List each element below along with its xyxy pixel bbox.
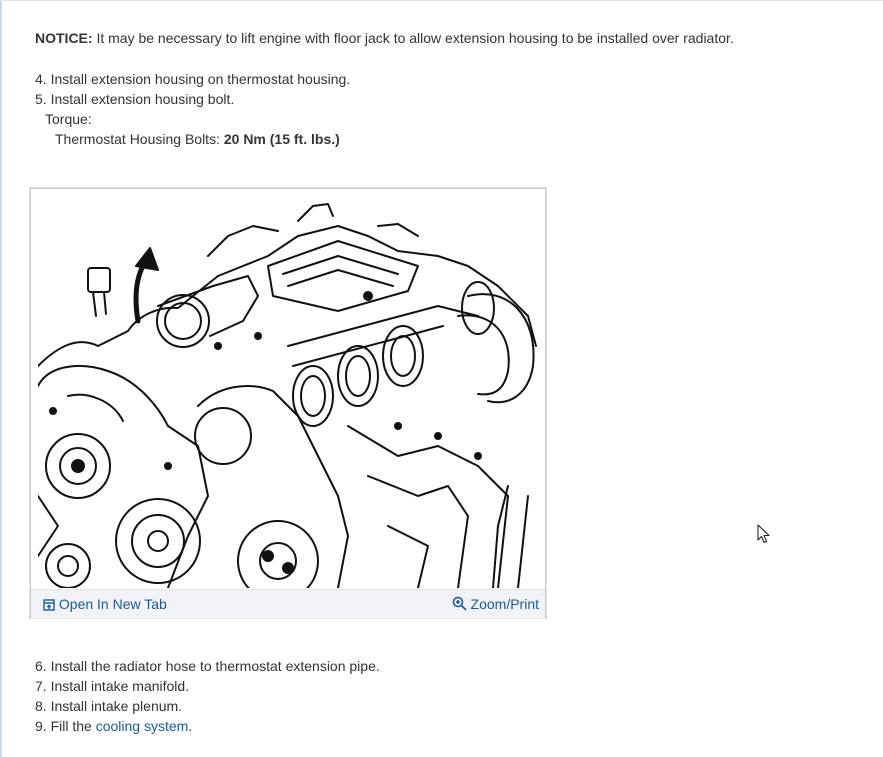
zoom-print-button[interactable]: Zoom/Print (452, 595, 539, 613)
open-in-new-tab-icon (43, 599, 55, 611)
torque-item-value: 20 Nm (15 ft. lbs.) (223, 131, 340, 147)
magnifier-plus-icon (452, 596, 467, 611)
step-4: 4. Install extension housing on thermost… (35, 71, 351, 87)
open-in-new-tab-label: Open In New Tab (58, 596, 167, 612)
torque-spec: Thermostat Housing Bolts: 20 Nm (15 ft. … (35, 129, 865, 149)
procedure-text-top: NOTICE: It may be necessary to lift engi… (35, 28, 865, 149)
step-9: 9. Fill the cooling system. (35, 716, 380, 736)
step-6: 6. Install the radiator hose to thermost… (35, 658, 380, 674)
mouse-pointer-icon (757, 524, 770, 544)
step-7: 7. Install intake manifold. (35, 678, 190, 694)
torque-label: Torque: (45, 111, 92, 127)
procedure-text-bottom: 6. Install the radiator hose to thermost… (35, 656, 380, 736)
notice-text: It may be necessary to lift engine with … (92, 30, 734, 46)
step-9-suffix: . (188, 718, 193, 734)
notice-label: NOTICE: (35, 30, 93, 46)
notice: NOTICE: It may be necessary to lift engi… (35, 28, 865, 48)
cooling-system-link[interactable]: cooling system (96, 718, 189, 734)
left-rail (0, 0, 2, 757)
open-in-new-tab-button[interactable]: Open In New Tab (43, 595, 167, 613)
step-9-prefix: 9. Fill the (35, 718, 96, 734)
step-5: 5. Install extension housing bolt. (35, 91, 235, 107)
engine-figure: Open In New Tab Zoom/Print (30, 188, 546, 618)
torque-item-label: Thermostat Housing Bolts: (55, 131, 224, 147)
step-8: 8. Install intake plenum. (35, 698, 183, 714)
figure-toolbar: Open In New Tab Zoom/Print (31, 589, 545, 618)
top-divider (0, 0, 883, 1)
engine-illustration[interactable] (38, 196, 538, 588)
zoom-print-label: Zoom/Print (470, 596, 539, 612)
